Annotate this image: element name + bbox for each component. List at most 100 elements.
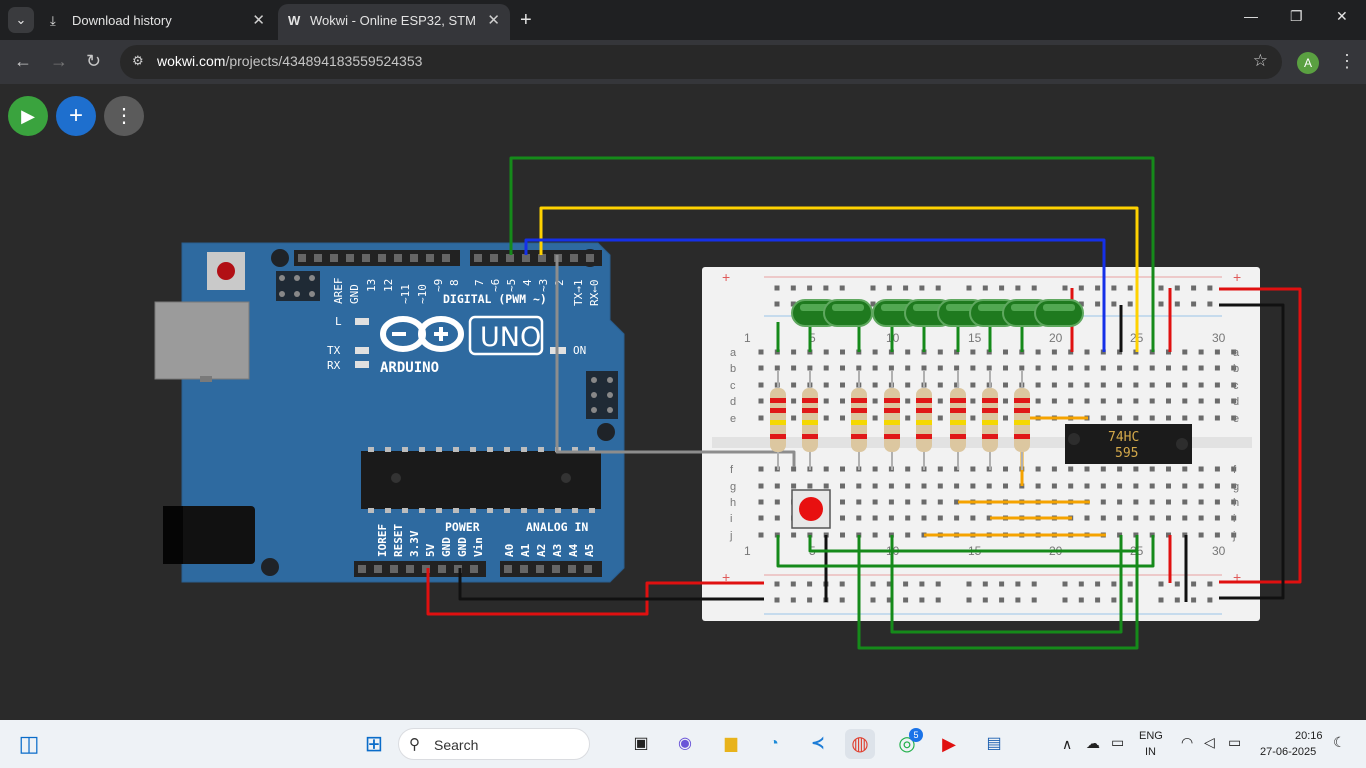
pin-label: A5 — [583, 544, 596, 557]
led-rx-label: RX — [327, 359, 341, 372]
col-number: 15 — [968, 331, 982, 345]
wifi-icon[interactable]: ◠ — [1181, 734, 1193, 751]
language-line1[interactable]: ENG — [1139, 730, 1163, 742]
pin-label: A1 — [519, 543, 532, 557]
pin-label: A4 — [567, 543, 580, 557]
pin-label: GND — [348, 284, 361, 304]
pin-label: RESET — [392, 524, 405, 557]
vscode-icon[interactable]: ≺ — [803, 729, 833, 759]
clock-time[interactable]: 20:16 — [1295, 730, 1323, 742]
pin-label: 3.3V — [408, 530, 421, 557]
col-number: 30 — [1212, 544, 1226, 558]
led[interactable] — [1034, 299, 1084, 327]
pin-label: 8 — [448, 279, 461, 286]
task-view-icon[interactable]: ▣ — [626, 729, 656, 759]
row-label: d — [1233, 396, 1239, 408]
windows-taskbar: ◫ ⊞ ⚲ Search ▣ ◉ ▆ ◔ ≺ ◍ ◎ 5 ▶ ▤ ∧ ☁ ▭ E… — [0, 720, 1366, 768]
search-icon: ⚲ — [409, 736, 420, 753]
focus-icon[interactable]: ☾ — [1333, 734, 1346, 751]
circuit-diagram: AREF GND 13 12 ~11 ~10 ~9 8 7 ~6 ~5 4 ~3… — [154, 156, 1302, 650]
pin-label: A3 — [551, 544, 564, 557]
pin-label: 12 — [382, 279, 395, 292]
digital-label: DIGITAL (PWM ~) — [443, 292, 547, 306]
pin-label: ~10 — [416, 284, 429, 304]
row-label: h — [1233, 497, 1239, 509]
pin-label: GND — [456, 537, 469, 557]
search-box[interactable]: ⚲ Search — [398, 728, 590, 760]
edge-icon[interactable]: ◔ — [759, 729, 789, 759]
clock-date[interactable]: 27-06-2025 — [1260, 746, 1316, 758]
device-icon[interactable]: ▭ — [1111, 734, 1124, 751]
chip-label: 595 — [1115, 446, 1138, 461]
row-label: e — [1233, 413, 1239, 425]
row-label: i — [730, 513, 732, 525]
youtube-icon[interactable]: ▶ — [934, 729, 964, 759]
arduino-uno-board[interactable]: AREF GND 13 12 ~11 ~10 ~9 8 7 ~6 ~5 4 ~3… — [154, 242, 625, 583]
led-row — [791, 299, 1084, 327]
power-label: POWER — [445, 520, 480, 534]
usb-connector — [154, 301, 250, 380]
pin-label: ~3 — [537, 279, 550, 292]
pin-label: ~6 — [489, 279, 502, 292]
pin-label: 2 — [553, 279, 566, 286]
pin-label: 4 — [521, 279, 534, 286]
row-label: c — [1233, 380, 1239, 392]
brand-label: ARDUINO — [380, 360, 439, 376]
pin-label: AREF — [332, 278, 345, 305]
chat-icon[interactable]: ◉ — [670, 729, 700, 759]
led[interactable] — [823, 299, 873, 327]
pin-label: GND — [440, 537, 453, 557]
model-label: UNO — [480, 322, 541, 353]
row-label: b — [1233, 363, 1239, 375]
pin-label: IOREF — [376, 524, 389, 557]
notepad-icon[interactable]: ▤ — [979, 729, 1009, 759]
shift-register-chip[interactable]: 74HC 595 — [1065, 424, 1192, 464]
row-label: a — [1233, 347, 1240, 359]
pin-label: ~11 — [399, 284, 412, 304]
rail-plus: + — [1233, 269, 1241, 285]
pushbutton[interactable] — [791, 489, 831, 529]
volume-icon[interactable]: ◁ — [1204, 734, 1215, 751]
chip-label: 74HC — [1108, 430, 1139, 445]
row-label: j — [1232, 530, 1235, 542]
row-label: b — [730, 363, 736, 375]
row-label: i — [1233, 513, 1235, 525]
chevron-up-icon[interactable]: ∧ — [1062, 736, 1072, 753]
row-label: e — [730, 413, 736, 425]
row-label: g — [730, 481, 736, 493]
battery-icon[interactable]: ▭ — [1228, 734, 1241, 751]
col-number: 1 — [744, 331, 751, 345]
row-label: d — [730, 396, 736, 408]
pin-label: ~9 — [432, 279, 445, 292]
chrome-icon[interactable]: ◍ — [845, 729, 875, 759]
language-line2[interactable]: IN — [1145, 746, 1156, 758]
notification-badge: 5 — [909, 728, 923, 742]
pin-label: 13 — [365, 279, 378, 292]
row-label: a — [730, 347, 737, 359]
widgets-icon[interactable]: ◫ — [14, 729, 44, 759]
col-number: 30 — [1212, 331, 1226, 345]
col-number: 20 — [1049, 331, 1063, 345]
led-on-label: ON — [573, 344, 586, 357]
row-label: c — [730, 380, 736, 392]
rail-plus: + — [722, 269, 730, 285]
pin-label: A2 — [535, 544, 548, 557]
pin-label: 7 — [473, 279, 486, 286]
start-icon[interactable]: ⊞ — [359, 729, 389, 759]
analog-label: ANALOG IN — [526, 520, 588, 534]
pin-label: Vin — [472, 537, 485, 557]
row-label: j — [729, 530, 732, 542]
row-label: h — [730, 497, 736, 509]
header-right — [470, 250, 602, 266]
col-number: 1 — [744, 544, 751, 558]
pin-label: RX←0 — [588, 280, 601, 307]
row-label: g — [1233, 481, 1239, 493]
led-tx-label: TX — [327, 344, 341, 357]
pin-label: ~5 — [505, 279, 518, 292]
file-explorer-icon[interactable]: ▆ — [716, 729, 746, 759]
pin-label: 5V — [424, 543, 437, 557]
onedrive-icon[interactable]: ☁ — [1086, 735, 1100, 752]
led-l-label: L — [335, 315, 342, 328]
pin-label: TX→1 — [572, 280, 585, 307]
pin-label: A0 — [503, 544, 516, 557]
